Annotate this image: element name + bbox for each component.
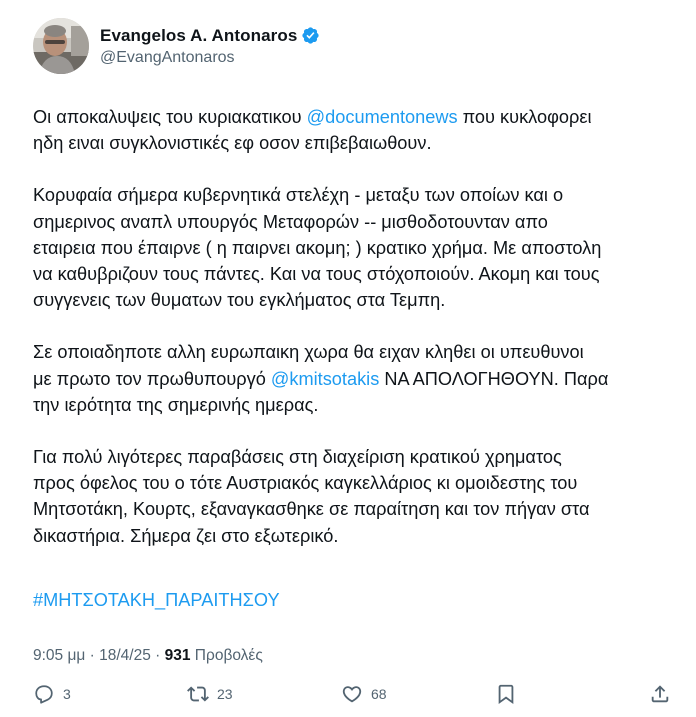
text-segment: που κυκλοφορει [457,107,592,127]
reply-count: 3 [63,686,71,702]
text-line: εταιρεια που έπαιρνε ( η παιρνει ακομη; … [33,237,602,258]
bookmark-icon [498,684,514,705]
tweet-paragraph: Σε οποιαδηποτε αλλη ευρωπαικη χωρα θα ει… [33,339,673,418]
mention-link-documentonews[interactable]: @documentonews [307,107,458,127]
tweet-header: Evangelos A. Antonaros @EvangAntonaros [33,18,320,74]
text-line: την ιερότητα της σημερινής ημερας. [33,394,319,415]
reply-icon [35,685,53,704]
text-segment: με πρωτο τον πρωθυπουργό [33,368,271,389]
text-line: με πρωτο τον πρωθυπουργό @kmitsotakis ΝΑ… [33,366,673,392]
avatar[interactable] [33,18,89,74]
meta-separator: · [150,647,165,664]
views-label: Προβολές [190,647,263,664]
text-line: Σε οποιαδηποτε αλλη ευρωπαικη χωρα θα ει… [33,342,584,363]
text-line: προς όφελος του ο τότε Αυστριακός καγκελ… [33,473,578,494]
repost-button[interactable]: 23 [187,683,233,705]
text-line: ηδη ειναι συγκλονιστικές εφ οσον επιβεβα… [33,133,432,154]
tweet: Evangelos A. Antonaros @EvangAntonaros Ο… [0,0,696,717]
share-button[interactable] [649,683,671,705]
bookmark-button[interactable] [495,683,517,705]
text-line: Κορυφαία σήμερα κυβερνητικά στελέχη - με… [33,185,564,206]
text-line: δικαστήρια. Σήμερα ζει στο εξωτερικό. [33,525,339,546]
tweet-paragraph: Κορυφαία σήμερα κυβερνητικά στελέχη - με… [33,182,673,313]
author-handle[interactable]: @EvangAntonaros [100,49,320,67]
tweet-paragraph: Για πολύ λιγότερες παραβάσεις στη διαχεί… [33,444,673,549]
text-line: Οι αποκαλυψεις του κυριακατικου @documen… [33,104,673,130]
tweet-time[interactable]: 9:05 μμ [33,647,85,664]
like-icon [342,686,362,703]
text-line: Για πολύ λιγότερες παραβάσεις στη διαχεί… [33,447,562,468]
text-segment: ΝΑ ΑΠΟΛΟΓΗΘΟΥΝ. Παρα [379,368,609,389]
repost-count: 23 [217,686,233,702]
views-count: 931 [164,647,191,664]
tweet-meta: 9:05 μμ · 18/4/25 · 931 Προβολές [33,647,263,665]
tweet-date[interactable]: 18/4/25 [99,647,151,664]
name-row: Evangelos A. Antonaros [100,26,320,46]
text-line: συγγενεις των θυματων του εγκλήματος στα… [33,290,446,311]
tweet-paragraph: Οι αποκαλυψεις του κυριακατικου @documen… [33,104,673,156]
mention-link-kmitsotakis[interactable]: @kmitsotakis [271,369,379,389]
reply-button[interactable]: 3 [33,683,71,705]
text-segment: Οι αποκαλυψεις του κυριακατικου [33,107,307,127]
like-count: 68 [371,686,387,702]
tweet-text: Οι αποκαλυψεις του κυριακατικου @documen… [33,104,673,575]
author-display-name[interactable]: Evangelos A. Antonaros [100,26,297,46]
text-line: σημερινος αναπλ υπουργός Μεταφορών -- μι… [33,211,548,232]
meta-separator: · [85,647,100,664]
text-line: Μητσοτάκη, Κουρτς, εξαναγκασθηκε σε παρα… [33,499,590,520]
share-icon [651,685,669,703]
text-line: να καθυβριζουν τους πάντες. Και να τους … [33,264,600,285]
verified-badge-icon[interactable] [301,26,320,45]
author-names: Evangelos A. Antonaros @EvangAntonaros [100,26,320,67]
like-button[interactable]: 68 [341,683,387,705]
hashtag-link[interactable]: #ΜΗΤΣΟΤΑΚΗ_ΠΑΡΑΙΤΗΣΟΥ [33,590,280,611]
avatar-image [33,18,89,74]
action-bar: 3 23 68 [33,683,673,709]
repost-icon [187,686,209,702]
